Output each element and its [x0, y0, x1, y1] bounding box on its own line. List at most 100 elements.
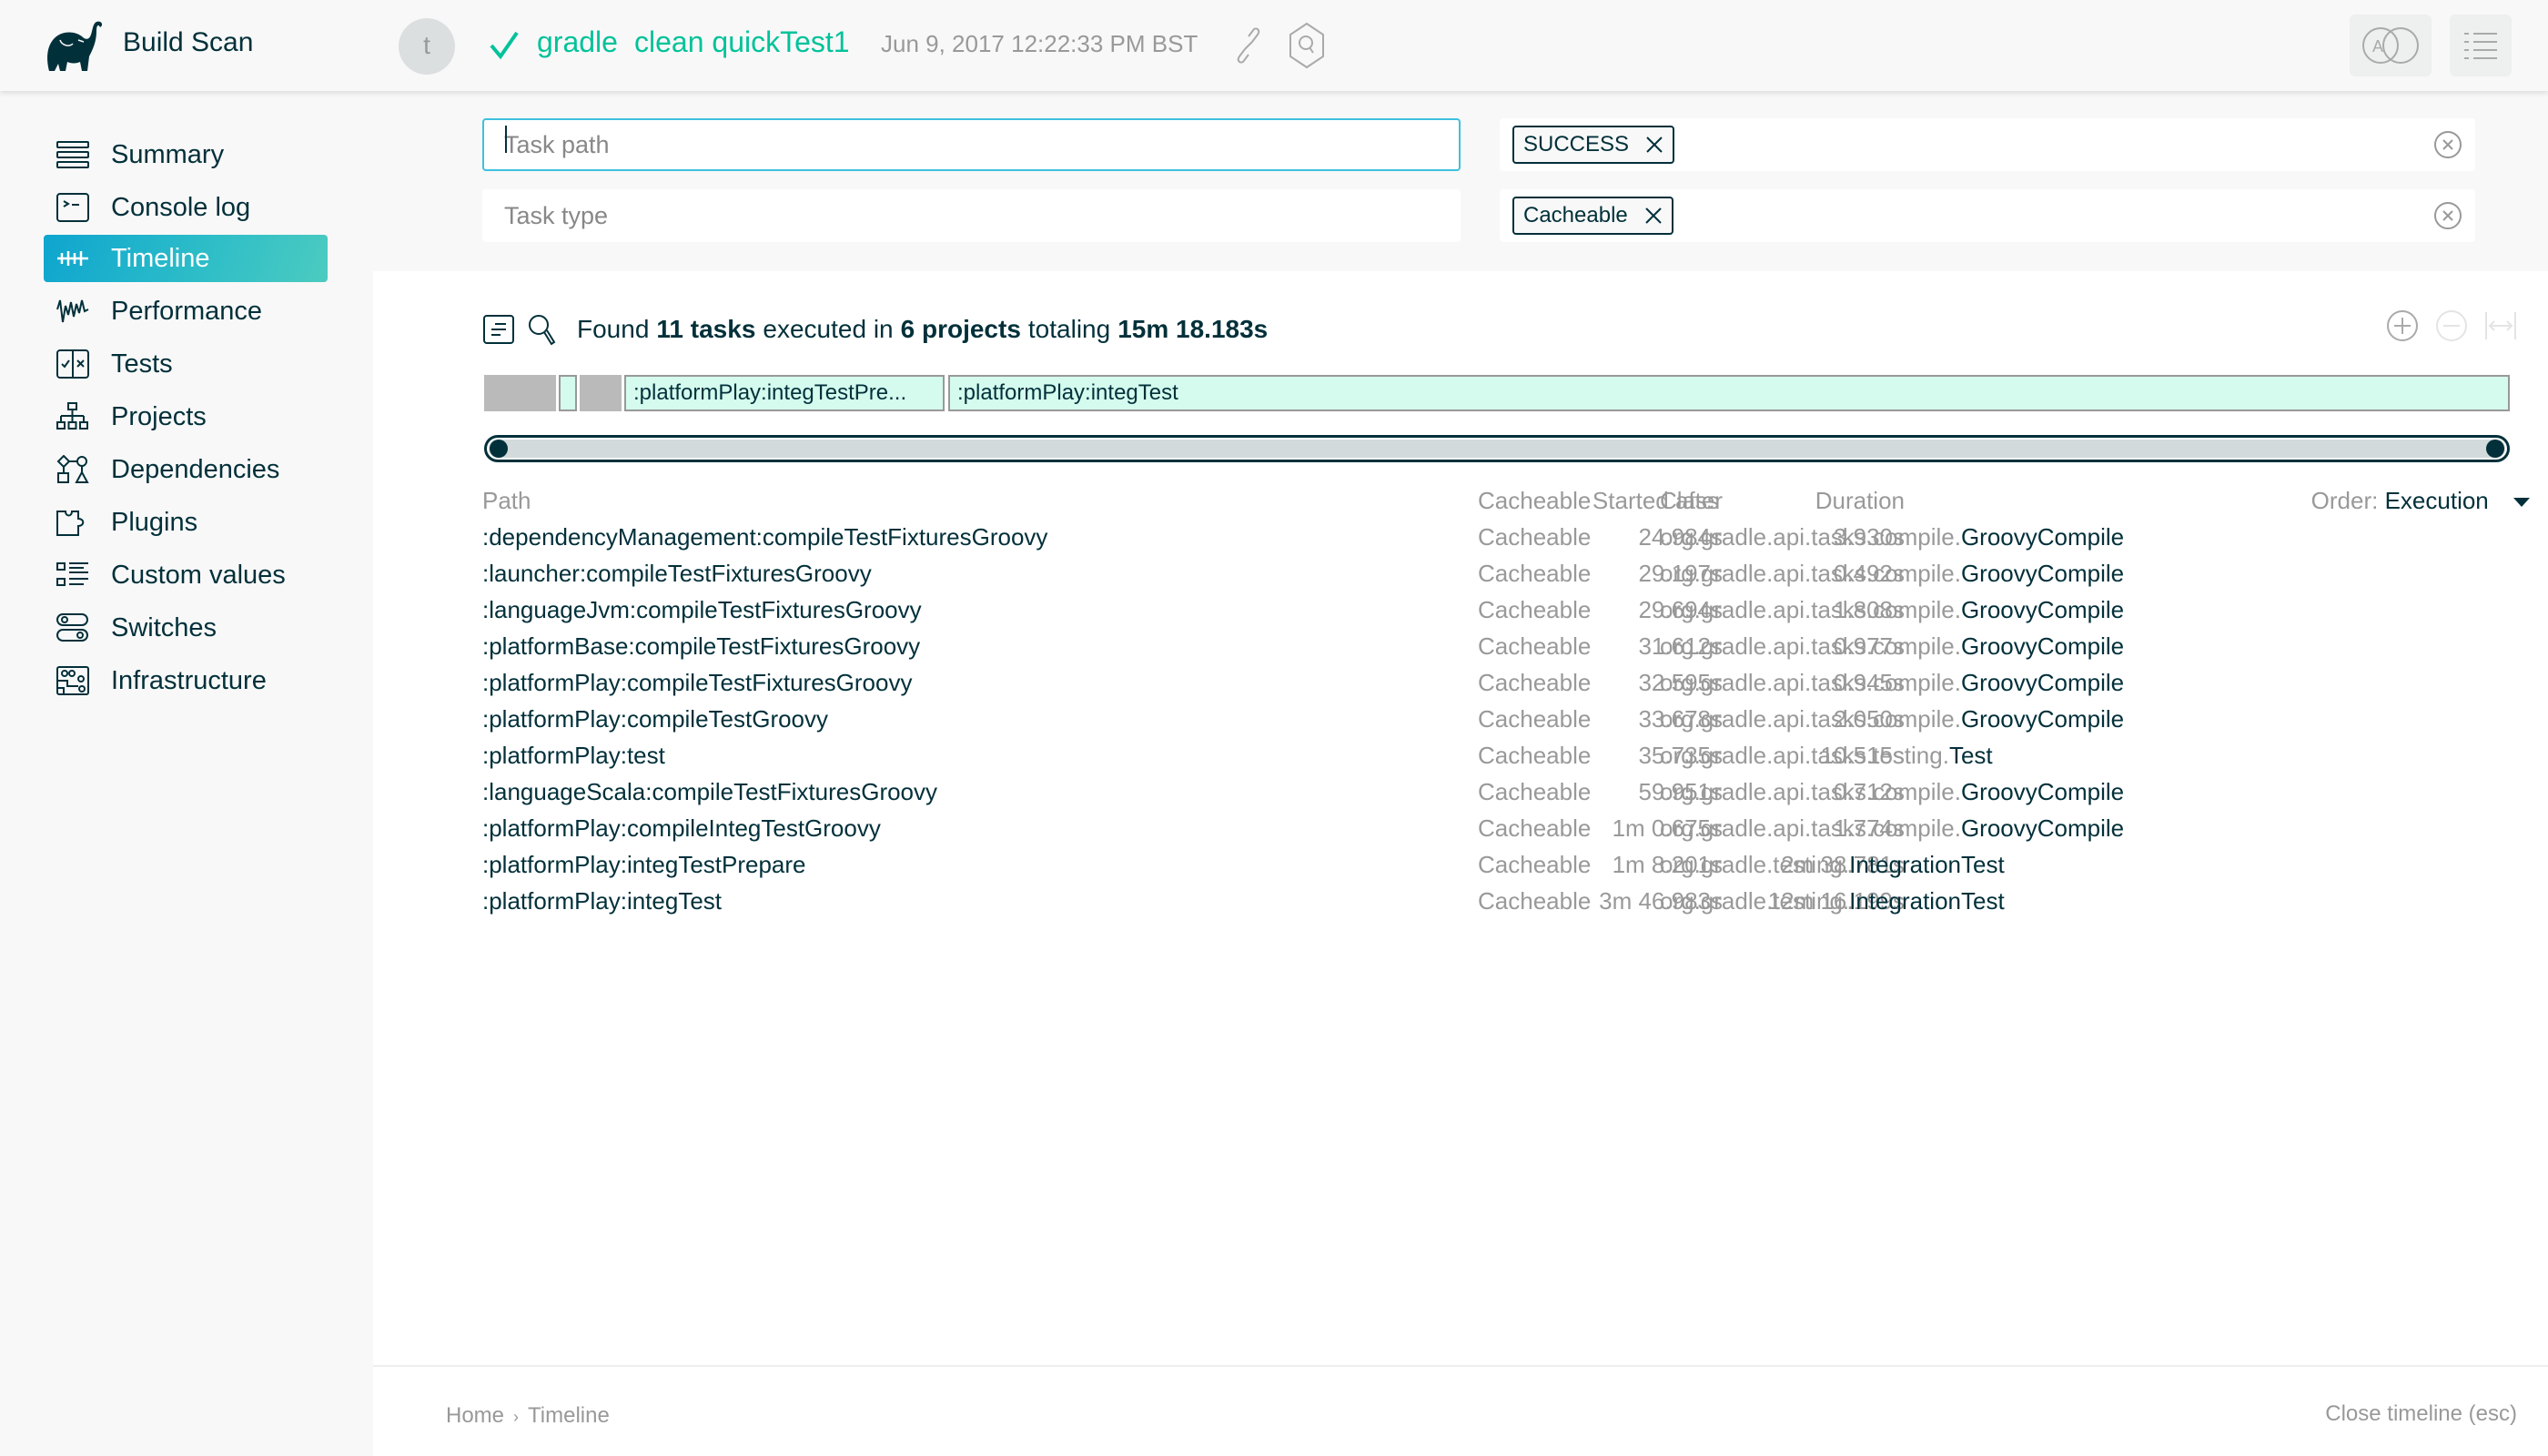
column-header-class[interactable]: Class [1660, 482, 1719, 519]
check-icon [490, 31, 519, 60]
task-class: org.gradle.testing.IntegrationTest [1660, 846, 2005, 883]
task-class-name: GroovyCompile [1960, 814, 2125, 842]
remove-tag-icon[interactable] [1644, 207, 1663, 225]
task-path: :dependencyManagement:compileTestFixture… [482, 523, 1048, 551]
order-label: Order: [2310, 487, 2379, 514]
table-row[interactable]: :languageJvm:compileTestFixturesGroovy 29… [482, 592, 2530, 628]
close-timeline-link[interactable]: Close timeline (esc) [2325, 1401, 2517, 1427]
task-path: :platformPlay:compileTestFixturesGroovy [482, 669, 913, 696]
table-row[interactable]: :platformPlay:compileTestGroovy 33.678s 2.… [482, 701, 2530, 737]
column-header-duration[interactable]: Duration [1815, 482, 1905, 519]
table-row[interactable]: :platformPlay:compileIntegTestGroovy 1m 0… [482, 810, 2530, 846]
timeline-range-slider[interactable] [484, 435, 2510, 462]
footer: Home › Timeline Close timeline (esc) [373, 1365, 2548, 1456]
sidebar-item-label: Projects [111, 402, 207, 431]
summary-prefix: Found [577, 315, 650, 343]
timeline-segment[interactable] [580, 375, 622, 411]
order-dropdown[interactable]: Order: Execution [2311, 482, 2530, 519]
timeline-segment[interactable] [559, 375, 577, 411]
timeline-segment[interactable]: :platformPlay:integTestPre... [624, 375, 945, 411]
sidebar-item-label: Summary [111, 140, 225, 169]
breadcrumb-separator: › [513, 1408, 520, 1426]
task-class-name: GroovyCompile [1960, 778, 2125, 805]
zoom-controls [2386, 309, 2517, 342]
task-path-input[interactable] [482, 118, 1461, 171]
zoom-out-icon[interactable] [2435, 309, 2468, 342]
task-class-name: GroovyCompile [1960, 705, 2125, 733]
task-type-input[interactable] [482, 189, 1461, 242]
document-icon[interactable] [482, 313, 515, 346]
custom-values-icon [56, 562, 88, 586]
console-icon [56, 193, 89, 222]
range-end-handle[interactable] [2486, 440, 2504, 458]
sidebar-item-console-log[interactable]: Console log [44, 184, 328, 231]
task-class-package: org.gradle.api.tasks.compile. [1660, 814, 1961, 842]
scan-search-icon[interactable] [1287, 22, 1327, 69]
task-path: :languageJvm:compileTestFixturesGroovy [482, 596, 922, 623]
task-class: org.gradle.api.tasks.compile.GroovyCompi… [1660, 664, 2124, 701]
summary-total-time: 15m 18.183s [1117, 315, 1269, 343]
summary-mid2: totaling [1027, 315, 1111, 343]
task-class: org.gradle.api.tasks.compile.GroovyCompi… [1660, 774, 2124, 810]
filter-panel: SUCCESS Cacheable [373, 91, 2548, 271]
table-row[interactable]: :platformPlay:test 35.735s 10.515s Cacheabl… [482, 737, 2530, 774]
task-path: :launcher:compileTestFixturesGroovy [482, 560, 872, 587]
sidebar-item-custom-values[interactable]: Custom values [44, 551, 328, 599]
task-class-name: GroovyCompile [1960, 560, 2125, 587]
table-row[interactable]: :dependencyManagement:compileTestFixture… [482, 519, 2530, 555]
sidebar-item-switches[interactable]: Switches [44, 604, 328, 652]
search-icon[interactable] [526, 313, 559, 346]
sidebar-item-summary[interactable]: Summary [44, 131, 328, 178]
task-class: org.gradle.api.tasks.compile.GroovyCompi… [1660, 592, 2124, 628]
remove-tag-icon[interactable] [1645, 136, 1663, 154]
task-class-name: IntegrationTest [1849, 851, 2005, 878]
table-row[interactable]: :platformBase:compileTestFixturesGroovy 3… [482, 628, 2530, 664]
sidebar-item-timeline[interactable]: Timeline [44, 235, 328, 282]
task-class-name: GroovyCompile [1960, 632, 2125, 660]
sidebar-item-infrastructure[interactable]: Infrastructure [44, 657, 328, 704]
breadcrumb-current: Timeline [528, 1403, 610, 1428]
summary-project-count: 6 projects [900, 315, 1021, 343]
task-cacheable: Cacheable [1478, 814, 1592, 842]
sidebar-item-performance[interactable]: Performance [44, 288, 328, 335]
column-header-cacheable[interactable]: Cacheable [1478, 482, 1591, 519]
sidebar-item-projects[interactable]: Projects [44, 393, 328, 440]
clear-filter-icon[interactable] [2433, 130, 2462, 159]
fit-width-icon[interactable] [2484, 309, 2517, 342]
task-class-package: org.gradle.testing. [1660, 851, 1850, 878]
zoom-in-icon[interactable] [2386, 309, 2419, 342]
outcome-filter-field[interactable]: SUCCESS [1500, 118, 2475, 171]
build-tool-label: gradle [537, 25, 618, 58]
clear-filter-icon[interactable] [2433, 201, 2462, 230]
sidebar-item-tests[interactable]: Tests [44, 340, 328, 388]
task-path: :platformPlay:integTest [482, 887, 723, 915]
table-row[interactable]: :launcher:compileTestFixturesGroovy 29.19… [482, 555, 2530, 592]
tasks-summary: Found 11 tasks executed in 6 projects to… [482, 311, 1268, 348]
compare-button[interactable]: A [2350, 15, 2432, 76]
column-header-path[interactable]: Path [482, 482, 531, 519]
summary-icon [56, 141, 89, 168]
table-row[interactable]: :languageScala:compileTestFixturesGroovy… [482, 774, 2530, 810]
sidebar-item-dependencies[interactable]: Dependencies [44, 446, 328, 493]
build-tasks-label: clean quickTest1 [634, 25, 850, 58]
range-start-handle[interactable] [490, 440, 508, 458]
user-avatar[interactable]: t [399, 18, 455, 75]
app-title[interactable]: Build Scan [123, 27, 253, 58]
outline-button[interactable] [2450, 15, 2512, 76]
gradle-elephant-logo[interactable] [42, 20, 107, 73]
task-cacheable: Cacheable [1478, 778, 1592, 805]
breadcrumb-home[interactable]: Home [446, 1403, 504, 1428]
table-row[interactable]: :platformPlay:compileTestFixturesGroovy 3… [482, 664, 2530, 701]
table-row[interactable]: :platformPlay:integTestPrepare 1m 8.201s 2… [482, 846, 2530, 883]
table-row[interactable]: :platformPlay:integTest 3m 46.983s 12m 16.… [482, 883, 2530, 919]
sidebar-item-plugins[interactable]: Plugins [44, 499, 328, 546]
task-class: org.gradle.api.tasks.compile.GroovyCompi… [1660, 555, 2124, 592]
timeline-segment[interactable]: :platformPlay:integTest [948, 375, 2510, 411]
task-class-name: GroovyCompile [1960, 669, 2125, 696]
link-icon[interactable] [1228, 25, 1269, 66]
timeline-segment[interactable] [484, 375, 556, 411]
compare-icon: A [2362, 27, 2419, 64]
filter-tag-cacheable: Cacheable [1512, 197, 1673, 235]
cacheability-filter-field[interactable]: Cacheable [1500, 189, 2475, 242]
timeline-bar: :platformPlay:integTestPre... :platformP… [484, 375, 2510, 411]
